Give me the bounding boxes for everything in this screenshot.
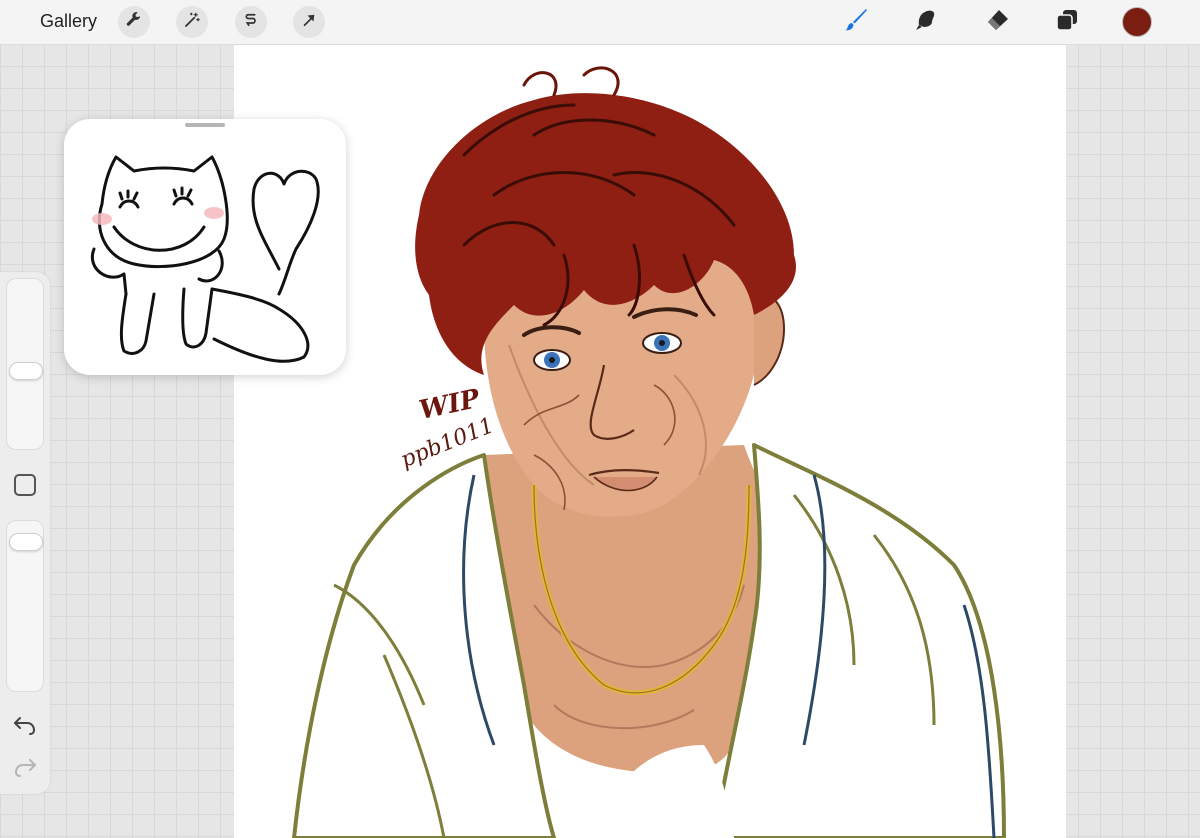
gallery-button[interactable]: Gallery [40, 11, 97, 32]
brush-size-slider[interactable] [6, 278, 44, 450]
opacity-slider[interactable] [6, 520, 44, 692]
portrait-artwork [292, 66, 1006, 838]
smudge-tool[interactable] [909, 6, 943, 38]
selection-button[interactable] [235, 6, 267, 38]
drawing-canvas[interactable]: WIP ppb1011 [234, 45, 1066, 838]
smudge-icon [913, 7, 939, 38]
top-toolbar: Gallery [0, 0, 1200, 45]
cat-doodle-image [90, 155, 320, 363]
wrench-icon [125, 11, 143, 34]
reference-window[interactable] [64, 119, 346, 375]
undo-icon [12, 717, 38, 740]
undo-button[interactable] [12, 714, 38, 736]
transform-button[interactable] [293, 6, 325, 38]
transform-arrow-icon [300, 11, 318, 34]
brush-size-thumb[interactable] [9, 362, 43, 380]
layers-tool[interactable] [1050, 6, 1084, 38]
selection-icon [242, 11, 260, 34]
brush-icon [843, 7, 869, 38]
adjustments-button[interactable] [176, 6, 208, 38]
redo-button[interactable] [12, 756, 38, 778]
brush-tool[interactable] [839, 6, 873, 38]
eraser-tool[interactable] [980, 6, 1014, 38]
redo-icon [12, 759, 38, 782]
color-picker-button[interactable] [1122, 7, 1152, 37]
opacity-thumb[interactable] [9, 533, 43, 551]
left-sidebar [0, 272, 50, 794]
layers-icon [1054, 7, 1080, 38]
actions-button[interactable] [118, 6, 150, 38]
modify-button[interactable] [14, 474, 36, 496]
magic-wand-icon [183, 11, 201, 34]
eraser-icon [984, 7, 1010, 38]
